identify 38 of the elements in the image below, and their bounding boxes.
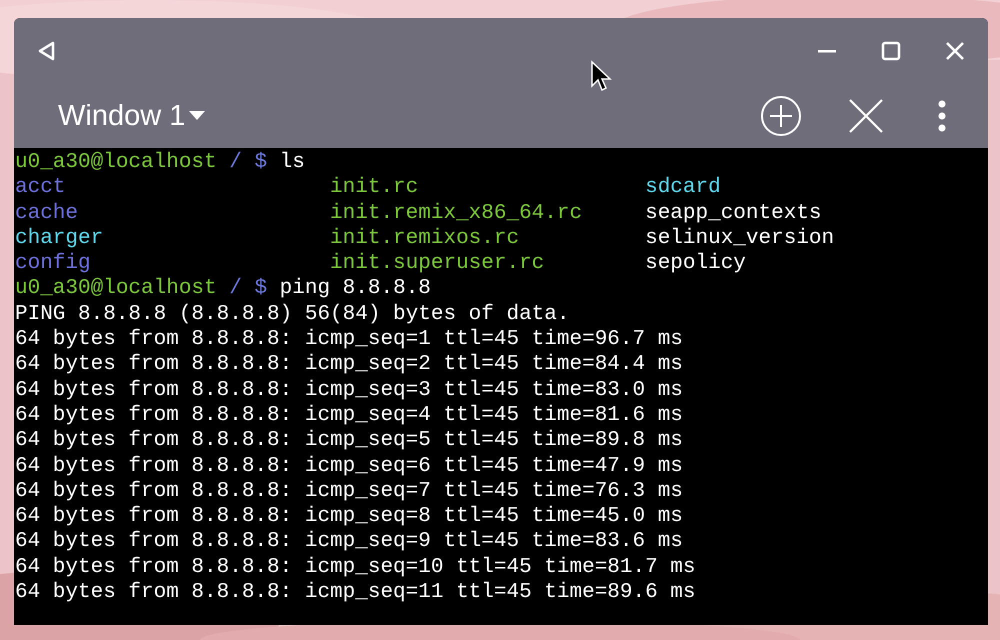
file-name: selinux_version	[645, 226, 834, 250]
more-icon[interactable]	[938, 100, 946, 132]
prompt-path: / $	[229, 150, 268, 176]
file-name: seapp_contexts	[645, 202, 822, 225]
caret-icon	[189, 111, 206, 121]
prompt-user-host: u0_a30@localhost	[15, 276, 217, 302]
session-tab-dropdown[interactable]: Window 1	[58, 102, 206, 130]
mouse-pointer-icon	[590, 60, 612, 94]
command-text: ls	[280, 150, 305, 176]
add-icon[interactable]	[760, 95, 802, 137]
output-line: 64 bytes from 8.8.8.8: icmp_seq=3 ttl=45 time=83.0 ms	[15, 378, 683, 402]
file-name: charger	[15, 226, 104, 250]
output-line: 64 bytes from 8.8.8.8: icmp_seq=11 ttl=45 time=89.6 ms	[15, 581, 696, 604]
output-line: 64 bytes from 8.8.8.8: icmp_seq=9 ttl=45 time=83.6 ms	[15, 530, 683, 554]
output-line: PING 8.8.8.8 (8.8.8.8) 56(84) bytes of data.	[15, 302, 570, 326]
file-name: init.remixos.rc	[330, 226, 520, 250]
command-text: ping 8.8.8.8	[280, 276, 431, 302]
output-line: 64 bytes from 8.8.8.8: icmp_seq=8 ttl=45 time=45.0 ms	[15, 505, 683, 528]
output-line: 64 bytes from 8.8.8.8: icmp_seq=1 ttl=45 time=96.7 ms	[15, 328, 683, 352]
maximize-icon[interactable]	[881, 41, 901, 61]
file-name: cache	[15, 202, 78, 225]
output-line: 64 bytes from 8.8.8.8: icmp_seq=7 ttl=45 time=76.3 ms	[15, 480, 683, 503]
file-name: init.superuser.rc	[330, 252, 544, 276]
output-line: 64 bytes from 8.8.8.8: icmp_seq=2 ttl=45 time=84.4 ms	[15, 353, 683, 376]
prompt-path: / $	[229, 276, 268, 302]
close-icon[interactable]	[945, 41, 965, 61]
file-name: sepolicy	[645, 252, 746, 276]
prompt-user-host: u0_a30@localhost	[15, 150, 217, 176]
output-line: 64 bytes from 8.8.8.8: icmp_seq=4 ttl=45 time=81.6 ms	[15, 404, 683, 427]
close-icon[interactable]	[848, 98, 884, 134]
output-line: 64 bytes from 8.8.8.8: icmp_seq=6 ttl=45 time=47.9 ms	[15, 454, 683, 478]
file-name: init.rc	[330, 176, 418, 200]
file-name: init.remix_x86_64.rc	[330, 202, 582, 225]
output-line: 64 bytes from 8.8.8.8: icmp_seq=5 ttl=45 time=89.8 ms	[15, 429, 683, 452]
output-line: 64 bytes from 8.8.8.8: icmp_seq=10 ttl=45 time=81.7 ms	[15, 556, 696, 579]
file-name: sdcard	[645, 176, 721, 200]
file-name: acct	[15, 176, 66, 200]
file-name: config	[15, 252, 91, 276]
